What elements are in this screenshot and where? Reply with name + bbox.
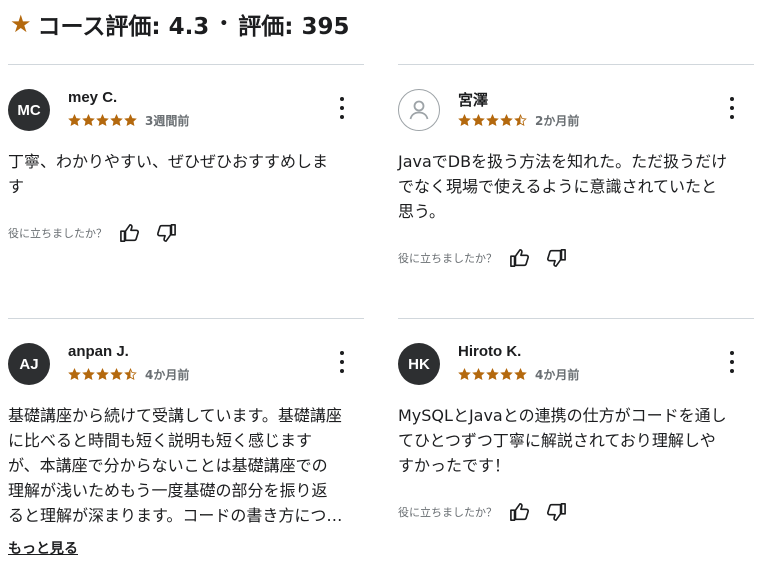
star-rating: [68, 114, 137, 127]
divider: [398, 64, 754, 65]
star-half-icon: [514, 114, 527, 126]
more-options-icon[interactable]: [724, 351, 740, 373]
review-text: JavaでDBを扱う方法を知れた。ただ扱うだけ でなく現場で使えるように意識され…: [398, 152, 728, 221]
star-full-icon: [500, 114, 513, 126]
star-full-icon: [68, 368, 81, 380]
star-rating: [458, 368, 527, 381]
divider: [8, 318, 364, 319]
reviewer-name: Hiroto K.: [458, 343, 522, 360]
rating-header: ★ コース評価: 4.3 • 評価: 395: [10, 6, 350, 42]
review-card: 宮澤 2か月前 JavaでDBを扱う方法を知れた。ただ扱うだけ でなく現場で使え…: [398, 64, 754, 270]
review-card: AJ anpan J. 4か月前 基礎講座から続けて受講しています。基礎講座 に…: [8, 318, 364, 558]
star-full-icon: [96, 114, 109, 126]
thumbs-down-icon[interactable]: [543, 500, 569, 524]
reviewer-name: anpan J.: [68, 343, 129, 360]
thumbs-down-icon[interactable]: [153, 221, 179, 245]
avatar: AJ: [8, 343, 50, 385]
star-full-icon: [472, 114, 485, 126]
star-full-icon: [82, 114, 95, 126]
divider: [8, 64, 364, 65]
star-full-icon: [110, 368, 123, 380]
avatar: HK: [398, 343, 440, 385]
separator-dot: •: [219, 16, 229, 32]
helpful-row: 役に立ちましたか？: [398, 500, 754, 524]
review-text: 基礎講座から続けて受講しています。基礎講座 に比べると時間も短く説明も短く感じま…: [8, 406, 343, 525]
star-full-icon: [486, 114, 499, 126]
star-full-icon: [110, 114, 123, 126]
helpful-question: 役に立ちましたか？: [398, 252, 497, 265]
more-options-icon[interactable]: [724, 97, 740, 119]
divider: [398, 318, 754, 319]
star-full-icon: [96, 368, 109, 380]
thumbs-up-icon[interactable]: [507, 246, 533, 270]
user-icon: [409, 100, 429, 120]
star-half-icon: [124, 368, 137, 380]
review-text: 丁寧、わかりやすい、ぜひぜひおすすめしま す: [8, 152, 329, 196]
star-full-icon: [514, 368, 527, 380]
helpful-question: 役に立ちましたか？: [398, 506, 497, 519]
review-time: 4か月前: [145, 368, 190, 382]
star-rating: [68, 368, 137, 381]
helpful-row: 役に立ちましたか？: [8, 221, 364, 245]
star-full-icon: [458, 114, 471, 126]
thumbs-down-icon[interactable]: [543, 246, 569, 270]
show-more-link[interactable]: もっと見る: [8, 538, 78, 558]
review-time: 2か月前: [535, 114, 580, 128]
review-text: MySQLとJavaとの連携の仕方がコードを通し てひとつずつ丁寧に解説されてお…: [398, 406, 727, 475]
reviewer-name: mey C.: [68, 89, 118, 106]
review-card: HK Hiroto K. 4か月前 MySQLとJavaとの連携の仕方がコードを…: [398, 318, 754, 524]
more-options-icon[interactable]: [334, 351, 350, 373]
star-rating: [458, 114, 527, 127]
thumbs-up-icon[interactable]: [117, 221, 143, 245]
star-full-icon: [500, 368, 513, 380]
reviewer-name: 宮澤: [458, 92, 489, 109]
helpful-row: 役に立ちましたか？: [398, 246, 754, 270]
helpful-question: 役に立ちましたか？: [8, 227, 107, 240]
course-rating: コース評価: 4.3: [37, 14, 210, 40]
review-time: 3週間前: [145, 114, 190, 128]
review-card: MC mey C. 3週間前 丁寧、わかりやすい、ぜひぜひおすすめしま す 役に…: [8, 64, 364, 245]
star-full-icon: [458, 368, 471, 380]
star-full-icon: [472, 368, 485, 380]
star-full-icon: [68, 114, 81, 126]
avatar: [398, 89, 440, 131]
star-icon: ★: [10, 10, 32, 38]
review-count: 評価: 395: [238, 14, 350, 40]
thumbs-up-icon[interactable]: [507, 500, 533, 524]
star-full-icon: [82, 368, 95, 380]
avatar: MC: [8, 89, 50, 131]
star-full-icon: [124, 114, 137, 126]
review-time: 4か月前: [535, 368, 580, 382]
more-options-icon[interactable]: [334, 97, 350, 119]
star-full-icon: [486, 368, 499, 380]
